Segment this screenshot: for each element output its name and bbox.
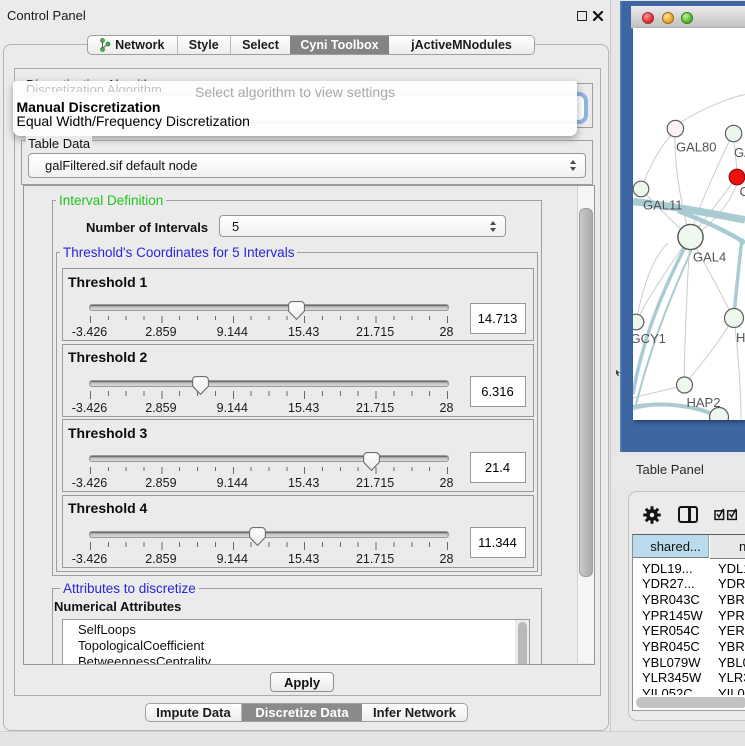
- svg-text:GAL: GAL: [734, 145, 745, 160]
- svg-text:GAL4: GAL4: [693, 250, 726, 265]
- svg-text:GAL80: GAL80: [676, 140, 716, 155]
- svg-text:GCY1: GCY1: [633, 331, 666, 346]
- svg-text:CY: CY: [740, 184, 745, 199]
- svg-text:HIS: HIS: [736, 330, 745, 345]
- svg-text:HAP2: HAP2: [687, 395, 721, 410]
- svg-text:GAL11: GAL11: [643, 198, 683, 213]
